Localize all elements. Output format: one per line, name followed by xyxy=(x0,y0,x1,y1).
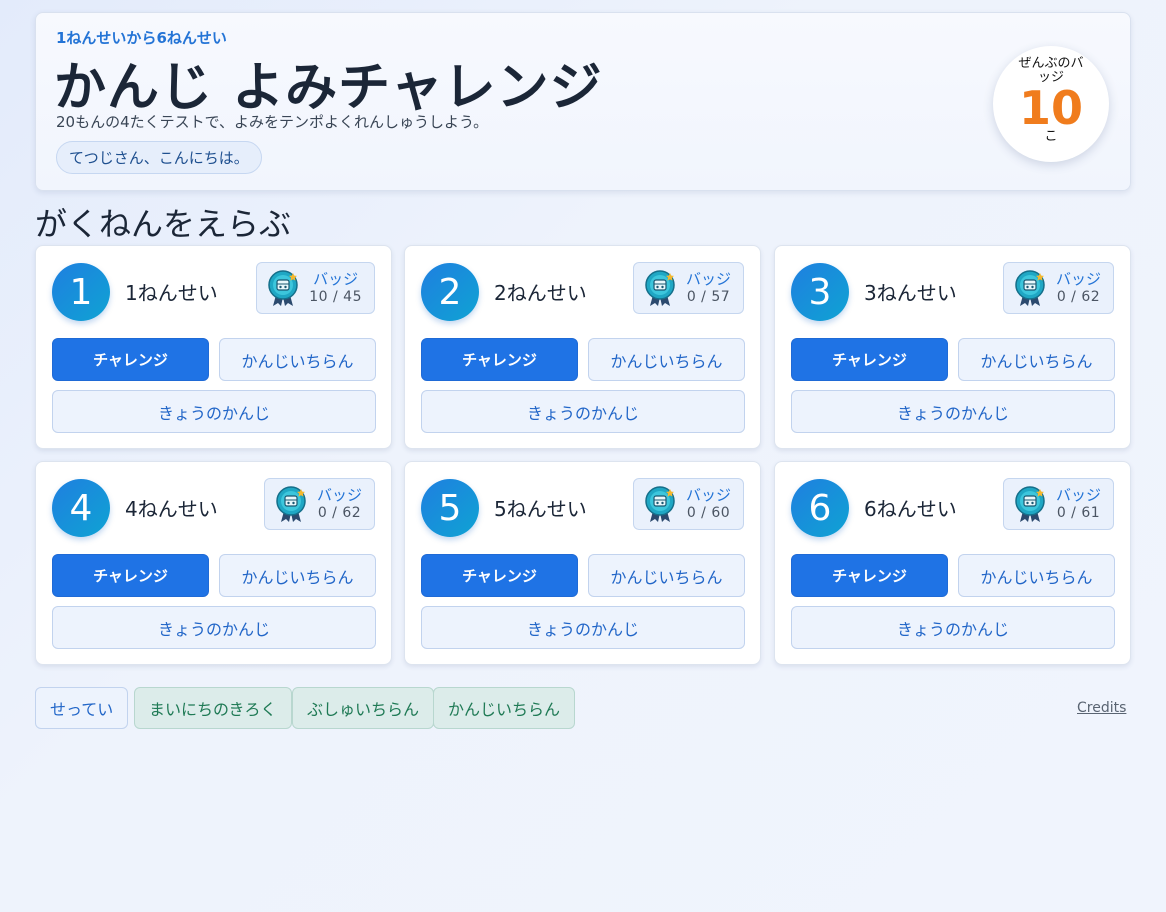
badge-label: バッジ xyxy=(313,270,359,288)
grade-badge-box: バッジ 0 / 60 xyxy=(632,478,744,530)
today-kanji-button[interactable]: きょうのかんじ xyxy=(791,390,1115,433)
medal-badge-icon xyxy=(645,270,675,306)
daily-record-button[interactable]: まいにちのきろく xyxy=(134,687,292,729)
challenge-button[interactable]: チャレンジ xyxy=(791,554,948,597)
kanji-list-button[interactable]: かんじいちらん xyxy=(958,554,1115,597)
grade-name: 4ねんせい xyxy=(125,497,218,521)
challenge-button[interactable]: チャレンジ xyxy=(52,338,209,381)
grade-name: 5ねんせい xyxy=(494,497,587,521)
badge-count: 0 / 57 xyxy=(686,289,731,305)
challenge-button[interactable]: チャレンジ xyxy=(52,554,209,597)
section-title: がくねんをえらぶ xyxy=(35,205,292,243)
medal-badge-icon xyxy=(645,486,675,522)
greeting-pill: てつじさん、こんにちは。 xyxy=(56,141,262,174)
challenge-button[interactable]: チャレンジ xyxy=(791,338,948,381)
today-kanji-button[interactable]: きょうのかんじ xyxy=(421,606,745,649)
grade-badge-box: バッジ 0 / 62 xyxy=(263,478,375,530)
kanji-list-button[interactable]: かんじいちらん xyxy=(588,338,745,381)
grade-name: 6ねんせい xyxy=(864,497,957,521)
challenge-button[interactable]: チャレンジ xyxy=(421,338,578,381)
grade-card-5: 5 5ねんせい バッジ 0 / 60 チャレンジ かんじいちらん きょうのかんじ xyxy=(404,461,761,665)
radical-list-button[interactable]: ぶしゅいちらん xyxy=(292,687,435,729)
grade-badge-box: バッジ 10 / 45 xyxy=(256,262,375,314)
today-kanji-button[interactable]: きょうのかんじ xyxy=(52,606,376,649)
today-kanji-button[interactable]: きょうのかんじ xyxy=(421,390,745,433)
badge-count: 0 / 60 xyxy=(686,505,731,521)
grade-number: 4 xyxy=(52,479,110,537)
grade-name: 3ねんせい xyxy=(864,281,957,305)
grade-name: 1ねんせい xyxy=(125,281,218,305)
badge-count: 0 / 62 xyxy=(1056,289,1101,305)
hero-header: 1ねんせいから6ねんせい かんじ よみチャレンジ 20もんの4たくテストで、よみ… xyxy=(35,12,1131,191)
total-badges-unit: こ xyxy=(1044,129,1058,144)
hero-description: 20もんの4たくテストで、よみをテンポよくれんしゅうしよう。 xyxy=(56,113,489,131)
badge-label: バッジ xyxy=(685,486,731,504)
page-title: かんじ よみチャレンジ xyxy=(54,58,603,118)
total-badges-count: 10 xyxy=(1018,81,1083,135)
badge-count: 10 / 45 xyxy=(309,289,362,305)
grade-number: 2 xyxy=(421,263,479,321)
grade-card-3: 3 3ねんせい バッジ 0 / 62 チャレンジ かんじいちらん きょうのかんじ xyxy=(774,245,1131,449)
kanji-list-button[interactable]: かんじいちらん xyxy=(219,338,376,381)
medal-badge-icon xyxy=(1015,270,1045,306)
badge-label: バッジ xyxy=(685,270,731,288)
today-kanji-button[interactable]: きょうのかんじ xyxy=(52,390,376,433)
grade-badge-box: バッジ 0 / 62 xyxy=(1002,262,1114,314)
kanji-list-button[interactable]: かんじいちらん xyxy=(588,554,745,597)
grade-card-1: 1 1ねんせい バッジ 10 / 45 チャレンジ かんじいちらん きょうのかん… xyxy=(35,245,392,449)
grade-badge-box: バッジ 0 / 57 xyxy=(632,262,744,314)
grade-card-6: 6 6ねんせい バッジ 0 / 61 チャレンジ かんじいちらん きょうのかんじ xyxy=(774,461,1131,665)
grade-number: 3 xyxy=(791,263,849,321)
total-badges-circle: ぜんぶのバッジ 10 こ xyxy=(993,46,1109,162)
grade-card-2: 2 2ねんせい バッジ 0 / 57 チャレンジ かんじいちらん きょうのかんじ xyxy=(404,245,761,449)
grade-badge-box: バッジ 0 / 61 xyxy=(1002,478,1114,530)
grade-number: 5 xyxy=(421,479,479,537)
kanji-list-button[interactable]: かんじいちらん xyxy=(958,338,1115,381)
grade-name: 2ねんせい xyxy=(494,281,587,305)
medal-badge-icon xyxy=(268,270,298,306)
medal-badge-icon xyxy=(1015,486,1045,522)
medal-badge-icon xyxy=(276,486,306,522)
badge-count: 0 / 62 xyxy=(317,505,362,521)
grade-card-4: 4 4ねんせい バッジ 0 / 62 チャレンジ かんじいちらん きょうのかんじ xyxy=(35,461,392,665)
kanji-list-button[interactable]: かんじいちらん xyxy=(219,554,376,597)
settings-button[interactable]: せってい xyxy=(35,687,129,729)
grade-number: 1 xyxy=(52,263,110,321)
badge-count: 0 / 61 xyxy=(1056,505,1101,521)
grade-number: 6 xyxy=(791,479,849,537)
today-kanji-button[interactable]: きょうのかんじ xyxy=(791,606,1115,649)
challenge-button[interactable]: チャレンジ xyxy=(421,554,578,597)
badge-label: バッジ xyxy=(1055,270,1101,288)
badge-label: バッジ xyxy=(1055,486,1101,504)
kanji-list-footer-button[interactable]: かんじいちらん xyxy=(433,687,576,729)
badge-label: バッジ xyxy=(316,486,362,504)
credits-link[interactable]: Credits xyxy=(1077,700,1126,716)
